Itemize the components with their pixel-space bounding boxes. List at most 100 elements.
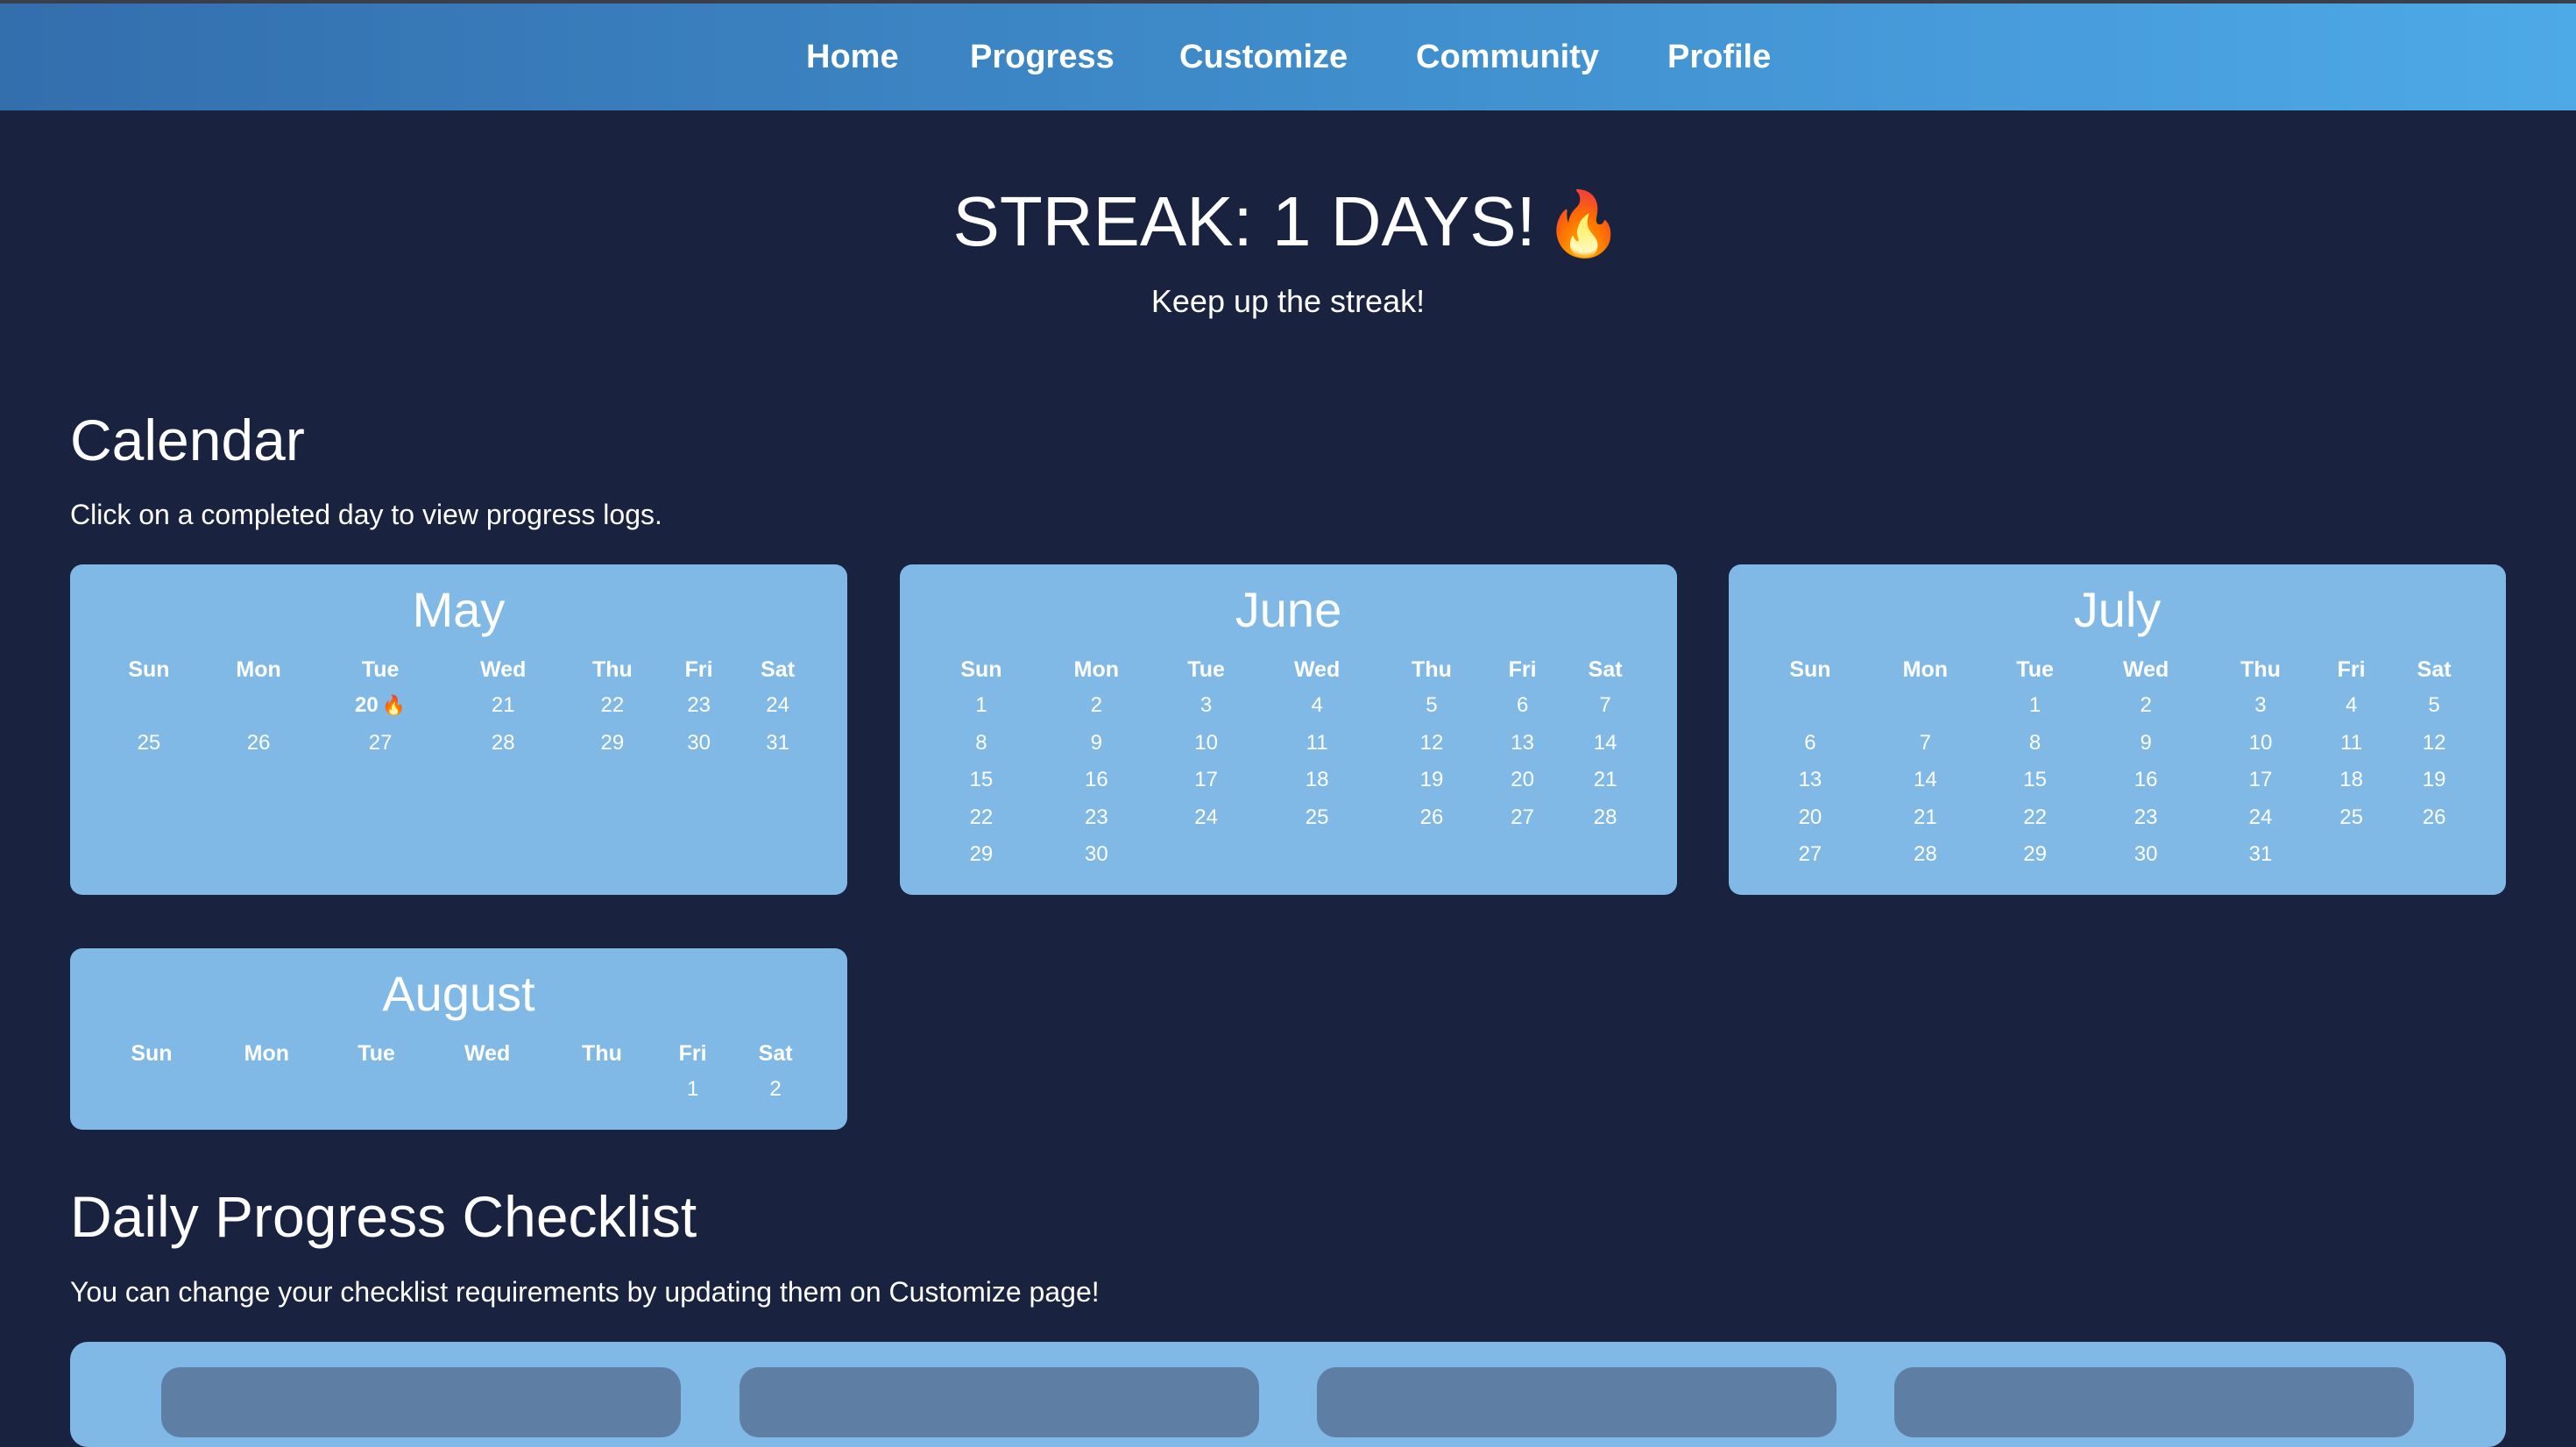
calendar-day: 12 — [2388, 725, 2480, 763]
day-number: 22 — [969, 805, 994, 829]
calendar-day: 5 — [2388, 687, 2480, 725]
calendar-day-empty — [2314, 836, 2388, 874]
weekday-header-row: Sun Mon Tue Wed Thu Fri Sat — [96, 1036, 821, 1071]
calendar-day-empty — [96, 1071, 207, 1109]
weekday-label-thu: Thu — [2240, 656, 2281, 682]
day-number: 5 — [1426, 693, 1438, 718]
calendar-day-empty — [1256, 836, 1378, 874]
calendar-day: 24 — [1157, 799, 1256, 837]
day-number: 31 — [766, 730, 789, 755]
calendar-grid: Sun Mon Tue Wed Thu Fri Sat 20 🔥 21 22 23 24 25 26 27 28… — [96, 652, 821, 762]
day-number: 28 — [1593, 805, 1617, 829]
nav-progress[interactable]: Progress — [970, 4, 1115, 110]
nav-profile[interactable]: Profile — [1667, 4, 1771, 110]
checklist-item[interactable] — [161, 1367, 681, 1437]
day-number: 19 — [2422, 768, 2446, 792]
weekday-label-fri: Fri — [2337, 656, 2366, 682]
calendar-day: 24 — [734, 687, 821, 725]
calendar-day: 25 — [96, 725, 202, 763]
calendar-day: 1 — [926, 687, 1037, 725]
calendar-day: 4 — [2314, 687, 2388, 725]
calendar-day: 19 — [2388, 762, 2480, 799]
calendar-day: 25 — [1256, 799, 1378, 837]
day-number: 7 — [1919, 730, 1932, 755]
calendar-day-completed[interactable]: 20 🔥 — [315, 687, 445, 725]
weekday-label-tue: Tue — [1187, 656, 1225, 682]
day-number: 31 — [2248, 842, 2273, 867]
weekday-label-thu: Thu — [1412, 656, 1452, 682]
fire-icon: 🔥 — [1544, 189, 1624, 259]
day-number: 25 — [2339, 805, 2363, 829]
day-number: 30 — [687, 730, 711, 755]
checklist-container — [70, 1342, 2506, 1447]
day-number: 7 — [1599, 693, 1611, 718]
calendar-day: 9 — [2084, 725, 2207, 763]
day-number: 14 — [1914, 768, 1937, 792]
calendar-day: 20 — [1485, 762, 1560, 799]
day-number: 28 — [1914, 842, 1937, 867]
weekday-label-mon: Mon — [1073, 656, 1120, 682]
day-number: 24 — [766, 693, 789, 718]
month-card-july: July Sun Mon Tue Wed Thu Fri Sat 1 2 3 4 5 6 7 8 9 10 11 1… — [1729, 564, 2506, 895]
checklist-item[interactable] — [1317, 1367, 1836, 1437]
calendar-day: 1 — [655, 1071, 730, 1109]
weekday-label-sat: Sat — [758, 1040, 793, 1066]
calendar-day-empty — [426, 1071, 548, 1109]
day-number: 9 — [1090, 730, 1103, 755]
day-number: 10 — [1194, 730, 1218, 755]
month-name: June — [1235, 582, 1342, 637]
calendar-day: 9 — [1037, 725, 1157, 763]
calendar-day-empty — [1378, 836, 1485, 874]
day-number: 15 — [969, 768, 994, 792]
calendar-week-row: 8 9 10 11 12 13 14 — [926, 725, 1651, 763]
day-number: 1 — [686, 1077, 699, 1102]
day-number: 6 — [1804, 730, 1816, 755]
calendar-day: 27 — [1755, 836, 1865, 874]
calendar-day: 3 — [1157, 687, 1256, 725]
calendar-day: 21 — [445, 687, 562, 725]
calendar-day-empty — [207, 1071, 327, 1109]
weekday-header-row: Sun Mon Tue Wed Thu Fri Sat — [96, 652, 821, 687]
nav-customize[interactable]: Customize — [1179, 4, 1348, 110]
weekday-label-fri: Fri — [684, 656, 713, 682]
day-number: 26 — [2422, 805, 2446, 829]
month-name: July — [2073, 582, 2162, 637]
calendar-day: 3 — [2207, 687, 2314, 725]
calendar-day-empty — [1755, 687, 1865, 725]
calendar-week-row: 15 16 17 18 19 20 21 — [926, 762, 1651, 799]
calendar-day: 12 — [1378, 725, 1485, 763]
calendar-day: 6 — [1485, 687, 1560, 725]
nav-community[interactable]: Community — [1416, 4, 1599, 110]
nav-home[interactable]: Home — [806, 4, 899, 110]
day-number: 28 — [491, 730, 515, 755]
weekday-header-row: Sun Mon Tue Wed Thu Fri Sat — [1755, 652, 2480, 687]
calendar-day: 30 — [2084, 836, 2207, 874]
calendar-day: 29 — [926, 836, 1037, 874]
calendar-day: 23 — [2084, 799, 2207, 837]
day-number: 22 — [2023, 805, 2047, 829]
day-number: 25 — [137, 730, 161, 755]
calendar-day: 24 — [2207, 799, 2314, 837]
weekday-label-wed: Wed — [464, 1040, 511, 1066]
calendar-day-empty — [548, 1071, 655, 1109]
calendar-title: Calendar — [70, 408, 305, 472]
checklist-item[interactable] — [1894, 1367, 2414, 1437]
checklist-item[interactable] — [740, 1367, 1259, 1437]
weekday-label-sun: Sun — [1789, 656, 1831, 682]
day-number: 5 — [2428, 693, 2440, 718]
day-number: 13 — [1798, 768, 1822, 792]
calendar-day: 21 — [1865, 799, 1985, 837]
day-number: 12 — [1419, 730, 1444, 755]
weekday-label-fri: Fri — [678, 1040, 707, 1066]
day-number: 4 — [2345, 693, 2358, 718]
weekday-label-sat: Sat — [1588, 656, 1623, 682]
calendar-day: 23 — [663, 687, 734, 725]
day-number: 18 — [2339, 768, 2363, 792]
calendar-day-empty — [202, 687, 315, 725]
calendar-week-row: 1 2 3 4 5 6 7 — [926, 687, 1651, 725]
calendar-day: 27 — [1485, 799, 1560, 837]
day-number: 20 — [355, 693, 379, 718]
calendar-day: 2 — [1037, 687, 1157, 725]
calendar-day: 2 — [2084, 687, 2207, 725]
streak-subtitle: Keep up the streak! — [1150, 283, 1426, 319]
